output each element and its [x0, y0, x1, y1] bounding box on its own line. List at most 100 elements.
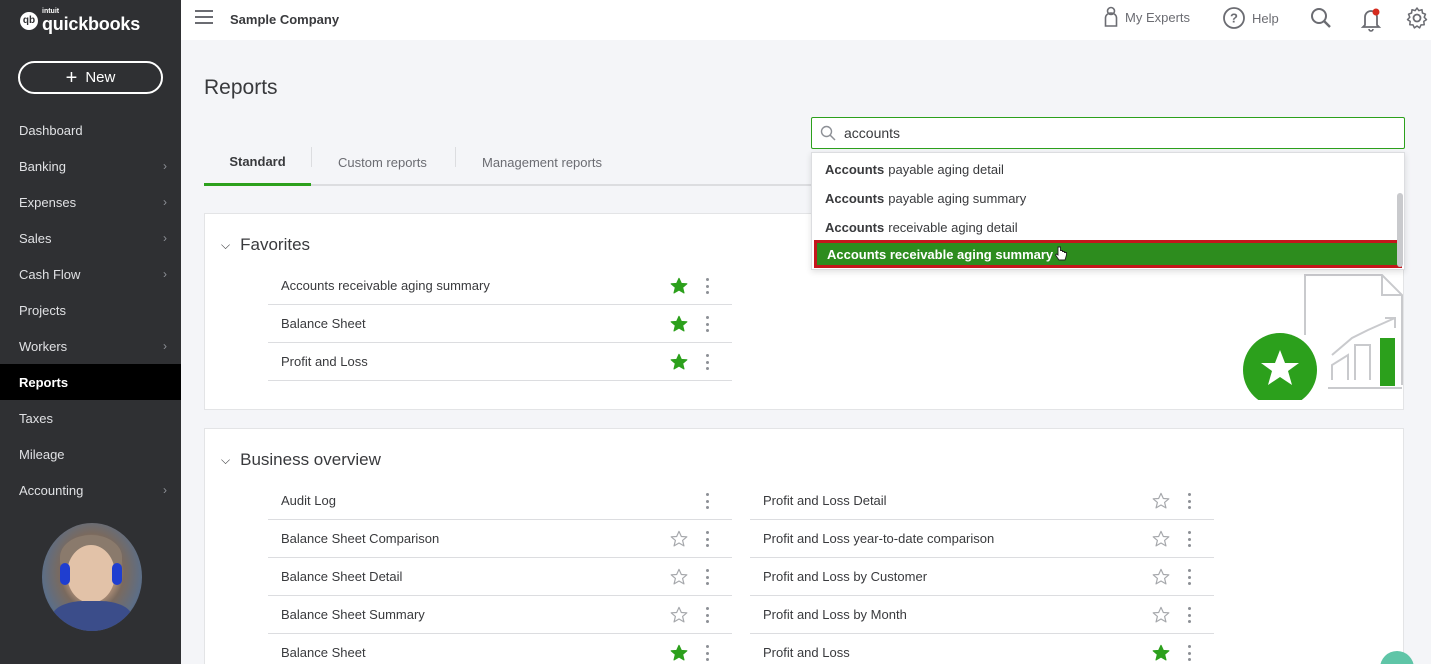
- report-name-link[interactable]: Balance Sheet: [281, 645, 366, 660]
- report-name-link[interactable]: Profit and Loss by Month: [763, 607, 907, 622]
- star-filled-icon[interactable]: [670, 277, 688, 295]
- help-label: Help: [1252, 10, 1279, 26]
- suggestion-accounts-receivable-aging-summary[interactable]: Accounts receivable aging summary: [814, 240, 1402, 268]
- suggestion-accounts-payable-aging-detail[interactable]: Accounts payable aging detail: [812, 155, 1406, 183]
- favorites-illustration: [1243, 274, 1403, 400]
- star-outline-icon[interactable]: [1152, 530, 1170, 548]
- tab-custom-reports[interactable]: Custom reports: [338, 140, 427, 184]
- chevron-down-icon: ⌵: [221, 237, 231, 252]
- plus-icon: +: [65, 66, 78, 89]
- more-options-icon[interactable]: [706, 316, 710, 332]
- sidebar-item-dashboard[interactable]: Dashboard: [0, 112, 181, 148]
- more-options-icon[interactable]: [706, 493, 710, 509]
- report-name-link[interactable]: Profit and Loss by Customer: [763, 569, 927, 584]
- star-outline-icon[interactable]: [1152, 568, 1170, 586]
- star-outline-icon[interactable]: [1152, 492, 1170, 510]
- star-outline-icon[interactable]: [670, 530, 688, 548]
- report-row[interactable]: Accounts receivable aging summary: [268, 267, 732, 305]
- business-overview-header[interactable]: ⌵ Business overview: [221, 450, 381, 470]
- sidebar-item-mileage[interactable]: Mileage: [0, 436, 181, 472]
- new-button[interactable]: + New: [18, 61, 163, 94]
- more-options-icon[interactable]: [706, 354, 710, 370]
- company-name: Sample Company: [230, 12, 340, 27]
- search-input[interactable]: [844, 125, 1384, 141]
- more-options-icon[interactable]: [706, 278, 710, 294]
- chevron-right-icon: ›: [163, 339, 167, 353]
- more-options-icon[interactable]: [706, 645, 710, 661]
- chevron-right-icon: ›: [163, 267, 167, 281]
- suggestion-match-text: Accounts: [825, 219, 885, 235]
- report-row[interactable]: Profit and Loss by Customer: [750, 558, 1214, 596]
- sidebar-item-accounting[interactable]: Accounting ›: [0, 472, 181, 508]
- report-name-link[interactable]: Accounts receivable aging summary: [281, 278, 490, 293]
- more-options-icon[interactable]: [1188, 645, 1192, 661]
- suggestion-rest-text: payable aging detail: [888, 161, 1004, 177]
- report-name-link[interactable]: Profit and Loss Detail: [763, 493, 887, 508]
- suggestion-accounts-payable-aging-summary[interactable]: Accounts payable aging summary: [812, 184, 1406, 212]
- more-options-icon[interactable]: [706, 569, 710, 585]
- settings-gear-icon[interactable]: [1405, 6, 1429, 30]
- report-row[interactable]: Balance Sheet Summary: [268, 596, 732, 634]
- more-options-icon[interactable]: [706, 607, 710, 623]
- report-name-link[interactable]: Balance Sheet Detail: [281, 569, 402, 584]
- star-outline-icon[interactable]: [1152, 606, 1170, 624]
- sidebar-item-banking[interactable]: Banking ›: [0, 148, 181, 184]
- report-name-link[interactable]: Balance Sheet: [281, 316, 366, 331]
- business-overview-title: Business overview: [240, 450, 381, 469]
- report-row[interactable]: Profit and Loss by Month: [750, 596, 1214, 634]
- report-row[interactable]: Profit and Loss year-to-date comparison: [750, 520, 1214, 558]
- sidebar-item-projects[interactable]: Projects: [0, 292, 181, 328]
- sidebar-item-label: Cash Flow: [19, 266, 81, 282]
- notifications-bell-icon[interactable]: [1359, 6, 1383, 32]
- report-row[interactable]: Profit and Loss: [750, 634, 1214, 664]
- suggestion-accounts-receivable-aging-detail[interactable]: Accounts receivable aging detail: [812, 213, 1406, 241]
- star-filled-icon[interactable]: [1152, 644, 1170, 662]
- report-row[interactable]: Profit and Loss: [268, 343, 732, 381]
- tab-standard[interactable]: Standard: [204, 140, 311, 186]
- more-options-icon[interactable]: [1188, 569, 1192, 585]
- report-row[interactable]: Balance Sheet: [268, 305, 732, 343]
- report-row[interactable]: Balance Sheet Comparison: [268, 520, 732, 558]
- tab-divider: [311, 147, 312, 167]
- hand-pointer-cursor-icon: [1055, 246, 1068, 261]
- report-name-link[interactable]: Profit and Loss: [763, 645, 850, 660]
- report-name-link[interactable]: Balance Sheet Summary: [281, 607, 425, 622]
- sidebar-item-sales[interactable]: Sales ›: [0, 220, 181, 256]
- more-options-icon[interactable]: [1188, 531, 1192, 547]
- sidebar-item-reports[interactable]: Reports: [0, 364, 181, 400]
- hamburger-menu-icon[interactable]: [195, 10, 213, 24]
- chevron-right-icon: ›: [163, 195, 167, 209]
- favorites-header[interactable]: ⌵ Favorites: [221, 235, 310, 255]
- star-filled-icon[interactable]: [670, 315, 688, 333]
- quickbooks-logo[interactable]: qb intuit quickbooks: [20, 8, 140, 33]
- star-outline-icon[interactable]: [670, 568, 688, 586]
- my-experts-button[interactable]: My Experts: [1103, 6, 1190, 28]
- suggestion-match-text: Accounts: [825, 190, 885, 206]
- report-row[interactable]: Balance Sheet Detail: [268, 558, 732, 596]
- tab-management-reports[interactable]: Management reports: [482, 140, 602, 184]
- star-filled-icon[interactable]: [670, 353, 688, 371]
- star-outline-icon[interactable]: [670, 606, 688, 624]
- help-button[interactable]: ? Help: [1222, 6, 1279, 30]
- qb-logo-icon: qb: [20, 11, 38, 30]
- dropdown-scrollbar[interactable]: [1397, 193, 1403, 267]
- report-row[interactable]: Audit Log: [268, 482, 732, 520]
- report-row[interactable]: Balance Sheet: [268, 634, 732, 664]
- more-options-icon[interactable]: [1188, 607, 1192, 623]
- chevron-down-icon: ⌵: [221, 452, 231, 467]
- sidebar-item-workers[interactable]: Workers ›: [0, 328, 181, 364]
- sidebar-item-taxes[interactable]: Taxes: [0, 400, 181, 436]
- more-options-icon[interactable]: [706, 531, 710, 547]
- star-filled-icon[interactable]: [670, 644, 688, 662]
- report-name-link[interactable]: Profit and Loss year-to-date comparison: [763, 531, 994, 546]
- report-name-link[interactable]: Audit Log: [281, 493, 336, 508]
- sidebar-item-cash-flow[interactable]: Cash Flow ›: [0, 256, 181, 292]
- report-search-field[interactable]: [811, 117, 1405, 149]
- more-options-icon[interactable]: [1188, 493, 1192, 509]
- report-name-link[interactable]: Balance Sheet Comparison: [281, 531, 439, 546]
- sidebar-item-label: Expenses: [19, 194, 77, 210]
- report-name-link[interactable]: Profit and Loss: [281, 354, 368, 369]
- sidebar-item-expenses[interactable]: Expenses ›: [0, 184, 181, 220]
- search-icon[interactable]: [1309, 6, 1333, 30]
- report-row[interactable]: Profit and Loss Detail: [750, 482, 1214, 520]
